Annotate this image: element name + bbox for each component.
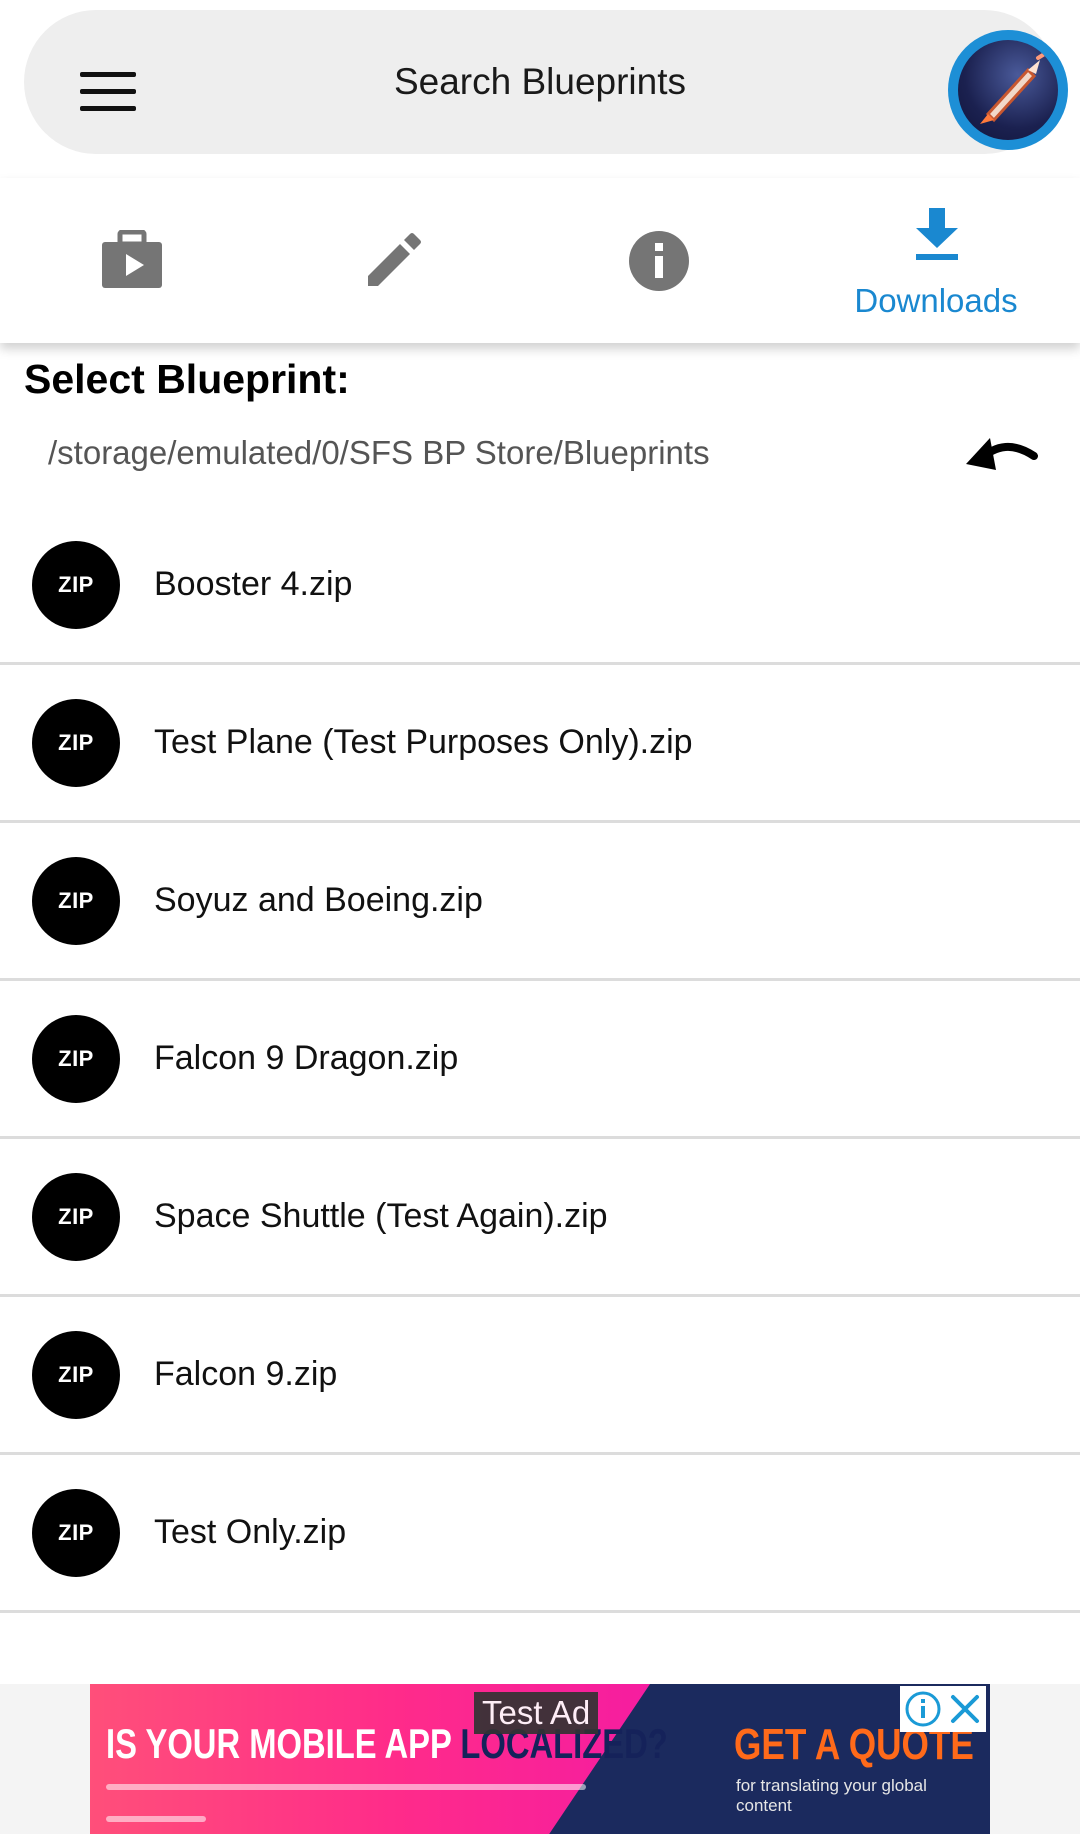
page-title: Select Blueprint: [24, 356, 350, 402]
ad-cta-subtext: for translating your global content [736, 1776, 927, 1815]
zip-icon: ZIP [32, 1015, 120, 1103]
zip-icon: ZIP [32, 541, 120, 629]
ad-brand-line [106, 1816, 206, 1822]
search-bar[interactable]: Search Blueprints [24, 10, 1068, 154]
list-item[interactable]: ZIP Space Shuttle (Test Again).zip [0, 1139, 1080, 1297]
ad-subtext-line [106, 1784, 586, 1790]
avatar[interactable] [948, 30, 1068, 150]
menu-icon[interactable] [80, 72, 136, 112]
list-item[interactable]: ZIP Test Only.zip [0, 1455, 1080, 1613]
list-item[interactable]: ZIP Falcon 9 Dragon.zip [0, 981, 1080, 1139]
tab-downloads[interactable]: Downloads [804, 178, 1068, 343]
list-item[interactable]: ZIP Falcon 9.zip [0, 1297, 1080, 1455]
undo-icon[interactable] [964, 428, 1044, 480]
directory-path: /storage/emulated/0/SFS BP Store/Bluepri… [48, 434, 710, 471]
ad-choices[interactable] [900, 1686, 986, 1732]
zip-icon: ZIP [32, 699, 120, 787]
file-name: Space Shuttle (Test Again).zip [154, 1197, 608, 1235]
zip-icon: ZIP [32, 1331, 120, 1419]
rocket-logo-icon [958, 40, 1058, 140]
briefcase-play-icon [102, 230, 162, 288]
zip-icon: ZIP [32, 857, 120, 945]
ad-headline-part1: IS YOUR MOBILE APP [106, 1720, 461, 1767]
download-icon [916, 208, 958, 260]
file-name: Test Plane (Test Purposes Only).zip [154, 723, 693, 761]
file-name: Test Only.zip [154, 1513, 347, 1551]
zip-icon: ZIP [32, 1173, 120, 1261]
list-item[interactable]: ZIP Booster 4.zip [0, 507, 1080, 665]
ad-banner[interactable]: IS YOUR MOBILE APP LOCALIZED? GET A QUOT… [90, 1684, 990, 1834]
tab-play[interactable] [0, 178, 264, 343]
tab-downloads-label: Downloads [854, 282, 1018, 319]
tab-bar: Downloads [0, 178, 1080, 343]
ad-info-icon[interactable] [904, 1690, 942, 1728]
list-item[interactable]: ZIP Soyuz and Boeing.zip [0, 823, 1080, 981]
ad-test-tag: Test Ad [474, 1692, 599, 1734]
search-label: Search Blueprints [393, 61, 687, 102]
file-name: Booster 4.zip [154, 565, 353, 603]
file-name: Soyuz and Boeing.zip [154, 881, 483, 919]
tab-edit[interactable] [264, 178, 528, 343]
list-item[interactable]: ZIP Test Plane (Test Purposes Only).zip [0, 665, 1080, 823]
ad-area: IS YOUR MOBILE APP LOCALIZED? GET A QUOT… [0, 1684, 1080, 1834]
file-name: Falcon 9 Dragon.zip [154, 1039, 459, 1077]
tab-info[interactable] [528, 178, 792, 343]
info-icon [629, 231, 689, 291]
ad-close-icon[interactable] [948, 1692, 982, 1726]
zip-icon: ZIP [32, 1489, 120, 1577]
file-name: Falcon 9.zip [154, 1355, 338, 1393]
pencil-icon [368, 233, 421, 286]
file-list: ZIP Booster 4.zip ZIP Test Plane (Test P… [0, 507, 1080, 1613]
